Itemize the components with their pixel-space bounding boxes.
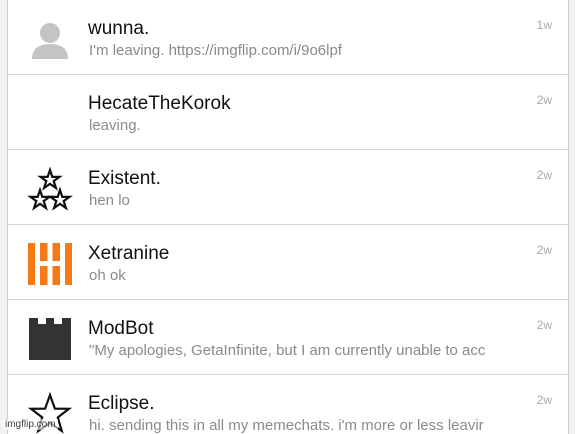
chat-timestamp: 2w — [536, 243, 552, 257]
castle-tower-icon — [26, 317, 74, 361]
chat-name: HecateTheKorok — [88, 93, 231, 114]
chat-item-wunna[interactable]: wunna. I'm leaving. https://imgflip.com/… — [8, 0, 568, 75]
orange-h-logo-icon — [26, 242, 74, 286]
chat-name: Existent. — [88, 168, 161, 189]
chat-last-message: oh ok — [89, 267, 126, 284]
chat-name: ModBot — [88, 318, 154, 339]
chat-name: wunna. — [88, 18, 150, 39]
chat-timestamp: 2w — [536, 168, 552, 182]
chat-timestamp: 1w — [536, 18, 552, 32]
chat-name: Xetranine — [88, 243, 170, 264]
chat-name: Eclipse. — [88, 393, 155, 414]
chat-last-message: hi. sending this in all my memechats. i'… — [89, 417, 484, 434]
chat-last-message: hen lo — [89, 192, 130, 209]
default-user-icon — [26, 17, 74, 61]
chat-last-message: "My apologies, GetaInfinite, but I am cu… — [89, 342, 486, 359]
chat-item-eclipse[interactable]: Eclipse. hi. sending this in all my meme… — [8, 375, 568, 434]
chat-item-xetranine[interactable]: Xetranine oh ok 2w — [8, 225, 568, 300]
chat-list: wunna. I'm leaving. https://imgflip.com/… — [7, 0, 569, 434]
chat-item-hecatethekorok[interactable]: HecateTheKorok leaving. 2w — [8, 75, 568, 150]
chat-timestamp: 2w — [536, 318, 552, 332]
three-stars-icon — [26, 167, 74, 211]
chat-item-existent[interactable]: Existent. hen lo 2w — [8, 150, 568, 225]
chat-last-message: leaving. — [89, 117, 141, 134]
chat-timestamp: 2w — [536, 393, 552, 407]
chat-item-modbot[interactable]: ModBot "My apologies, GetaInfinite, but … — [8, 300, 568, 375]
chat-last-message: I'm leaving. https://imgflip.com/i/9o6lp… — [89, 42, 342, 59]
imgflip-watermark: imgflip.com — [3, 419, 58, 430]
chat-timestamp: 2w — [536, 93, 552, 107]
